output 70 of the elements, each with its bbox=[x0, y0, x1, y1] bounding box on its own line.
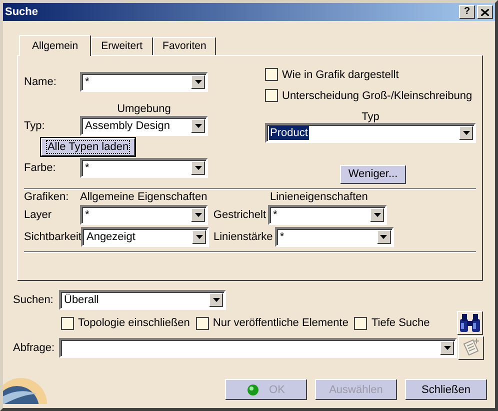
dropdown-field[interactable]: Product bbox=[265, 123, 476, 143]
checkbox-label: Wie in Grafik dargestellt bbox=[282, 68, 399, 80]
checkbox[interactable] bbox=[196, 316, 209, 330]
dropdown-field[interactable]: * bbox=[80, 205, 208, 225]
globe-icon bbox=[3, 378, 47, 404]
caret-icon bbox=[196, 235, 203, 239]
field-label: Name: bbox=[24, 76, 58, 88]
dropdown-arrow-button[interactable] bbox=[440, 341, 454, 355]
help-button[interactable]: ? bbox=[459, 5, 475, 19]
dropdown-field[interactable]: * bbox=[80, 72, 208, 92]
checkbox[interactable] bbox=[265, 89, 278, 102]
column-caption: Umgebung bbox=[117, 103, 171, 115]
dropdown-arrow-button[interactable] bbox=[191, 74, 205, 88]
column-caption: Allgemeine Eigenschaften bbox=[80, 191, 208, 203]
dropdown-arrow-button[interactable] bbox=[459, 126, 473, 140]
caret-icon bbox=[194, 213, 202, 217]
column-caption: Linieneigenschaften bbox=[270, 191, 368, 203]
checkbox-label: Nur veröffentliche Elemente bbox=[212, 317, 348, 329]
tab[interactable]: Allgemein bbox=[19, 35, 92, 56]
field-label: Farbe: bbox=[24, 162, 57, 174]
caret-icon bbox=[444, 346, 450, 350]
dropdown-field[interactable]: * bbox=[268, 205, 387, 225]
add-query-button[interactable] bbox=[458, 336, 484, 360]
dropdown-arrow-button[interactable] bbox=[191, 118, 205, 132]
tab[interactable]: Erweitert bbox=[91, 37, 153, 55]
binoculars-icon bbox=[460, 314, 480, 332]
status-light-icon bbox=[247, 384, 260, 396]
field-label: Suchen: bbox=[13, 294, 54, 306]
field-label: Abfrage: bbox=[13, 342, 56, 354]
dropdown-arrow-button[interactable] bbox=[191, 160, 205, 174]
dropdown-arrow-button[interactable] bbox=[376, 230, 391, 244]
caret-icon bbox=[462, 131, 470, 135]
search-button[interactable] bbox=[457, 311, 483, 335]
field-label: Sichtbarkeit bbox=[24, 231, 82, 243]
caret-icon bbox=[194, 80, 202, 84]
dropdown-arrow-button[interactable] bbox=[192, 230, 206, 244]
dropdown-arrow-button[interactable] bbox=[370, 208, 384, 222]
checkbox[interactable] bbox=[61, 316, 74, 330]
field-label: Typ: bbox=[24, 120, 46, 132]
load-all-types-button[interactable]: Alle Typen laden bbox=[41, 138, 135, 156]
column-caption: Typ bbox=[362, 111, 380, 123]
checkbox[interactable] bbox=[354, 316, 368, 330]
checkbox[interactable] bbox=[265, 68, 278, 81]
dropdown-arrow-button[interactable] bbox=[191, 208, 205, 222]
field-label: Layer bbox=[24, 209, 53, 221]
field-label: Gestrichelt bbox=[212, 209, 267, 221]
field-label: Linienstärke bbox=[213, 231, 274, 243]
dropdown-field[interactable]: * bbox=[80, 158, 208, 178]
dialog-button[interactable]: Schließen bbox=[405, 379, 487, 400]
caret-icon bbox=[194, 124, 202, 128]
caret-icon bbox=[212, 298, 220, 302]
dropdown-field[interactable]: Überall bbox=[59, 290, 226, 310]
close-button[interactable] bbox=[477, 5, 493, 19]
caret-icon bbox=[194, 166, 202, 170]
section-label: Grafiken: bbox=[24, 191, 70, 203]
less-button[interactable]: Weniger... bbox=[340, 164, 406, 184]
caret-icon bbox=[380, 235, 388, 239]
tab[interactable]: Favoriten bbox=[152, 37, 216, 55]
dropdown-field[interactable]: Angezeigt bbox=[81, 227, 210, 247]
checkbox-label: Unterscheidung Groß-/Kleinschreibung bbox=[282, 90, 472, 102]
dropdown-arrow-button[interactable] bbox=[209, 293, 223, 307]
note-edit-icon bbox=[463, 338, 480, 356]
window-title: Suche bbox=[5, 6, 38, 18]
query-field[interactable] bbox=[59, 338, 457, 358]
dropdown-field[interactable]: Assembly Design bbox=[80, 116, 208, 136]
caret-icon bbox=[374, 213, 380, 217]
checkbox-label: Tiefe Suche bbox=[371, 317, 430, 329]
dropdown-field[interactable]: * bbox=[274, 227, 394, 247]
close-icon bbox=[481, 8, 489, 16]
checkbox-label: Topologie einschließen bbox=[78, 317, 190, 329]
